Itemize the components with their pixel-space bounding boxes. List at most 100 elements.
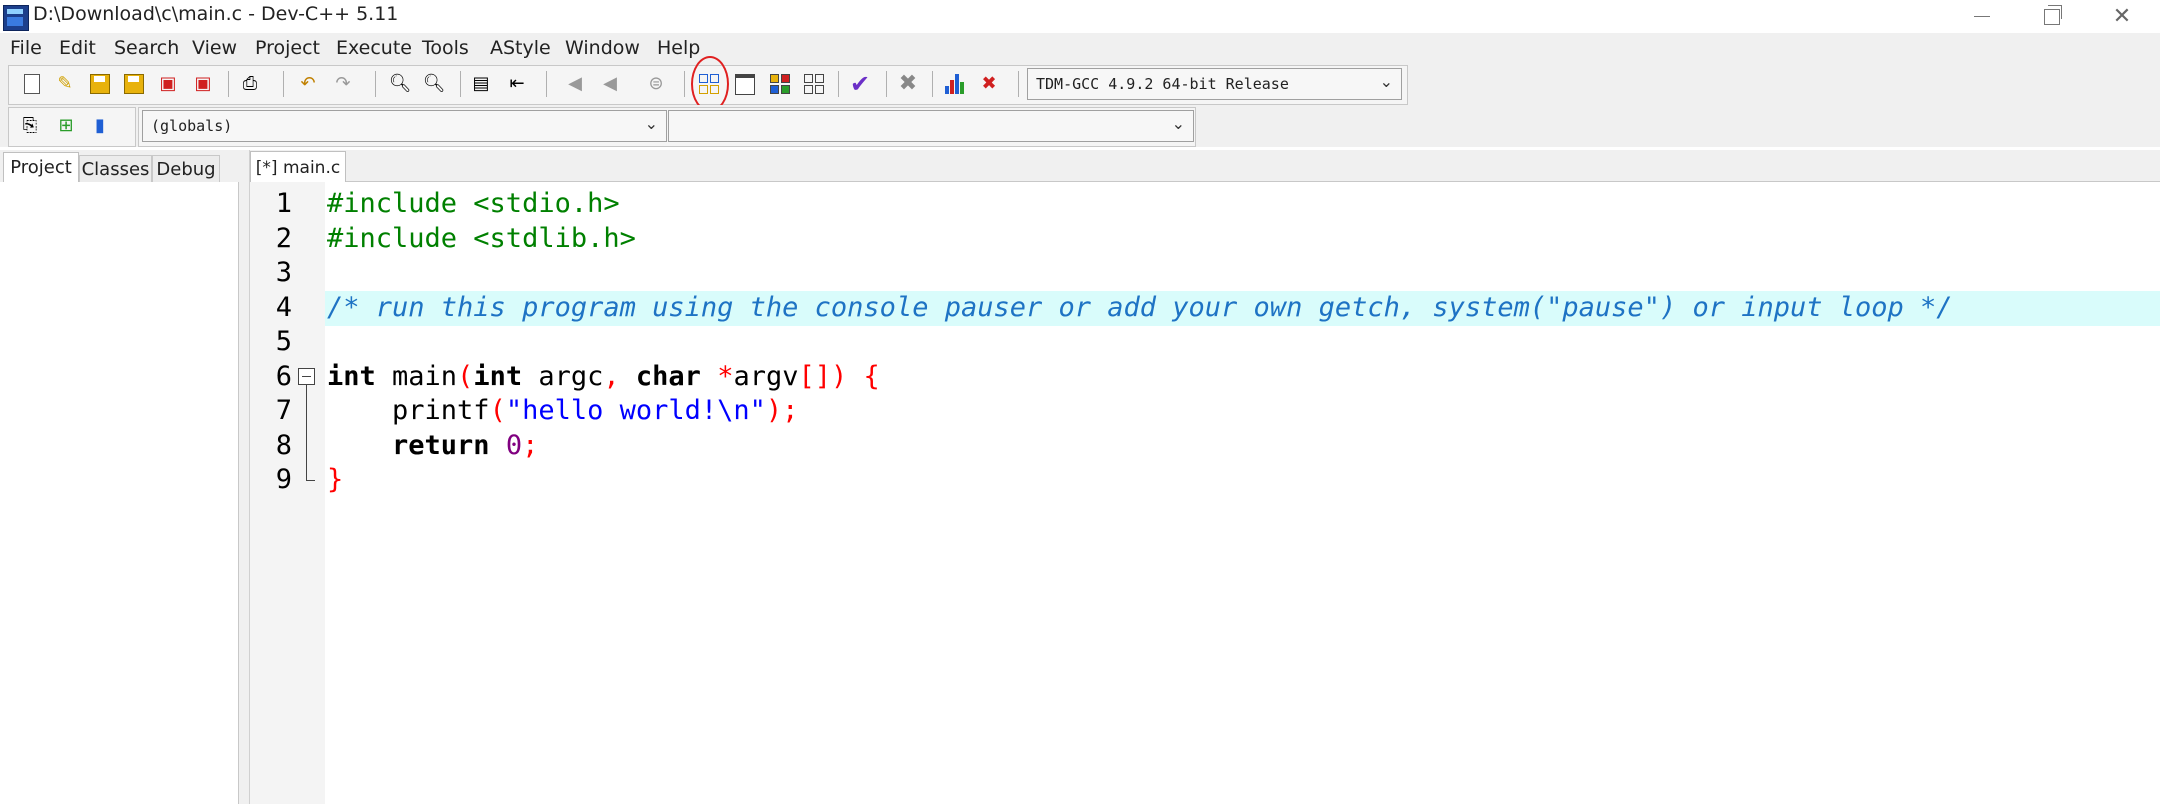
code-line-6: int main(int argc, char *argv[]) { [327, 360, 2160, 395]
window-button[interactable] [733, 72, 757, 96]
replace-icon: 🔍︎ [422, 73, 446, 94]
add-to-project-button[interactable]: ⊞ [54, 114, 78, 138]
save-all-button[interactable] [122, 72, 146, 96]
menu-file[interactable]: File [10, 37, 42, 59]
menu-tools[interactable]: Tools [422, 37, 469, 59]
token: { [847, 360, 880, 392]
print-button[interactable]: ⎙ [238, 72, 262, 96]
tab-project[interactable]: Project [3, 152, 79, 182]
menu-search[interactable]: Search [114, 37, 179, 59]
compiler-select[interactable]: TDM-GCC 4.9.2 64-bit Release ⌄ [1027, 68, 1402, 100]
redo-button[interactable]: ↷ [331, 72, 355, 96]
toolbar-separator [283, 71, 284, 97]
chart-icon [944, 74, 964, 94]
unindent-icon: ⇤ [509, 73, 525, 94]
code-line-9: } [327, 464, 344, 495]
save-button[interactable] [88, 72, 112, 96]
unindent-button[interactable]: ⇤ [505, 72, 529, 96]
token: int [473, 360, 523, 392]
toolbar-separator [375, 71, 376, 97]
menu-project[interactable]: Project [255, 37, 320, 59]
fold-collapse-icon[interactable] [298, 368, 315, 385]
close-file-button[interactable]: ▣ [156, 72, 180, 96]
find-icon: 🔍︎ [388, 73, 412, 94]
token: ; [522, 429, 539, 461]
toggle-bookmark-button[interactable]: ◀ [563, 72, 587, 96]
find-button[interactable]: 🔍︎ [388, 72, 412, 96]
token: main [375, 360, 458, 392]
stop-icon: ✖ [898, 71, 918, 96]
menu-edit[interactable]: Edit [59, 37, 96, 59]
close-all-icon: ▣ [194, 73, 212, 94]
line-number: 2 [275, 222, 292, 254]
undo-button[interactable]: ↶ [296, 72, 320, 96]
menu-astyle[interactable]: AStyle [490, 37, 551, 59]
menu-help[interactable]: Help [657, 37, 700, 59]
stop-button[interactable]: ✖ [896, 72, 920, 96]
new-file-button[interactable] [20, 72, 44, 96]
scope-select-value: (globals) [151, 117, 233, 135]
goto-bookmark-button[interactable]: ◀ [598, 72, 622, 96]
minimize-icon [1974, 16, 1990, 17]
close-all-button[interactable]: ▣ [191, 72, 215, 96]
token: printf [327, 395, 490, 426]
line-number: 1 [275, 188, 292, 219]
token: []) [798, 360, 848, 392]
indent-icon: ▤ [472, 73, 490, 94]
line-number: 5 [275, 326, 292, 357]
code-line-1: #include <stdio.h> [327, 188, 620, 219]
line-number: 8 [275, 429, 292, 461]
tab-main-c[interactable]: [*] main.c [250, 151, 346, 183]
bookmark-button[interactable]: ▮ [88, 114, 112, 138]
editor-tab-bar: [*] main.c [250, 150, 2160, 183]
replace-button[interactable]: 🔍︎ [422, 72, 446, 96]
annotation-circle [691, 56, 729, 112]
restore-icon [2044, 4, 2062, 25]
line-number: 3 [275, 257, 292, 288]
token: ( [457, 360, 474, 392]
tile-button[interactable] [802, 72, 826, 96]
close-file-icon: ▣ [159, 73, 177, 94]
chevron-down-icon: ⌄ [644, 114, 658, 133]
tab-classes[interactable]: Classes [79, 155, 152, 182]
menu-view[interactable]: View [192, 37, 237, 59]
bookmark-right-icon: ◀ [603, 73, 617, 94]
code-line-8: return 0; [327, 429, 2160, 464]
token: ( [489, 395, 506, 426]
insert-button[interactable]: ⎘ [18, 114, 42, 138]
minimize-button[interactable] [1948, 0, 2016, 33]
toolbar-separator [684, 71, 685, 97]
token: "hello world!\n" [505, 395, 766, 426]
menu-execute[interactable]: Execute [336, 37, 412, 59]
layout-button[interactable] [768, 72, 792, 96]
new-file-icon [24, 74, 40, 94]
menu-window[interactable]: Window [565, 37, 640, 59]
window-title: D:\Download\c\main.c - Dev-C++ 5.11 [33, 3, 399, 25]
close-button[interactable]: ✕ [2088, 0, 2156, 33]
open-file-button[interactable]: ✎ [53, 72, 77, 96]
function-select[interactable]: ⌄ [668, 110, 1194, 142]
tab-debug[interactable]: Debug [152, 155, 220, 182]
toolbar-separator [886, 71, 887, 97]
indent-button[interactable]: ▤ [469, 72, 493, 96]
check-syntax-button[interactable]: ✔ [848, 72, 872, 96]
comment-button[interactable]: ⊜ [644, 72, 668, 96]
tile-icon [804, 74, 824, 94]
comment-icon: ⊜ [648, 73, 664, 94]
delete-profile-button[interactable]: ✖ [977, 72, 1001, 96]
close-icon: ✕ [2112, 4, 2132, 29]
code-line-2: #include <stdlib.h> [327, 222, 636, 254]
token: argc [522, 360, 604, 392]
title-bar: D:\Download\c\main.c - Dev-C++ 5.11 ✕ [0, 0, 2160, 33]
restore-button[interactable] [2018, 0, 2086, 33]
code-line-4: /* run this program using the console pa… [327, 291, 1953, 323]
fold-end [306, 480, 315, 481]
profile-button[interactable] [942, 72, 966, 96]
panel-splitter[interactable] [239, 150, 250, 804]
toolbar-separator [1018, 71, 1019, 97]
toolbar-separator [460, 71, 461, 97]
insert-icon: ⎘ [22, 115, 38, 136]
menu-bar: File Edit Search View Project Execute To… [0, 33, 2160, 63]
token: , [603, 360, 620, 392]
scope-select[interactable]: (globals) ⌄ [142, 110, 667, 142]
